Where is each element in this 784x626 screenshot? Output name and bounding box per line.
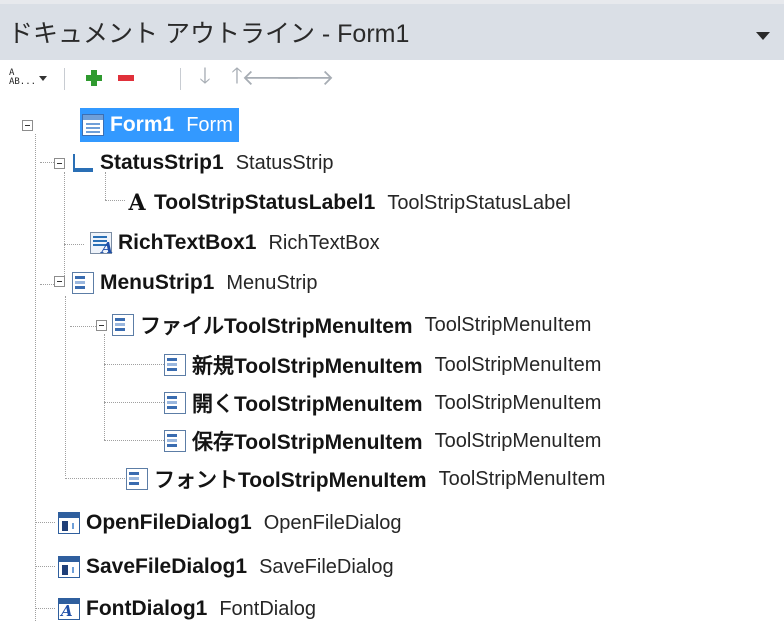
arrow-down-icon: 🡓 — [199, 64, 211, 89]
node-type: ToolStripMenuItem — [434, 429, 602, 452]
collapse-toggle-icon[interactable] — [22, 120, 33, 131]
node-type: Form — [186, 113, 233, 136]
node-type: RichTextBox — [268, 231, 380, 254]
tree-connector — [104, 364, 164, 365]
node-name: 開くToolStripMenuItem — [192, 393, 423, 416]
tree-node-savefiledialog1[interactable]: SaveFileDialog1 SaveFileDialog — [58, 550, 394, 584]
node-type: ToolStripStatusLabel — [387, 191, 571, 214]
tree-connector — [35, 522, 55, 523]
node-name: StatusStrip1 — [100, 151, 224, 174]
dialog-icon — [58, 556, 80, 578]
tree-connector — [64, 172, 65, 282]
node-name: Form1 — [110, 113, 175, 136]
toolbar-separator — [64, 68, 65, 90]
tree-connector — [70, 326, 96, 327]
tree-connector — [104, 440, 164, 441]
node-type: StatusStrip — [235, 151, 334, 174]
dialog-icon — [58, 512, 80, 534]
menuitem-icon — [112, 314, 134, 336]
tree-node-open-menu[interactable]: 開くToolStripMenuItem ToolStripMenuItem — [164, 386, 601, 420]
chevron-down-icon[interactable] — [756, 32, 770, 40]
move-right-button[interactable]: 🡒 — [276, 64, 335, 92]
tree-node-richtextbox1[interactable]: RichTextBox1 RichTextBox — [90, 226, 380, 260]
node-name: 新規ToolStripMenuItem — [192, 355, 423, 378]
tree-node-new-menu[interactable]: 新規ToolStripMenuItem ToolStripMenuItem — [164, 348, 601, 382]
caret-down-icon — [39, 75, 48, 81]
tree-connector — [35, 134, 36, 621]
tree-node-file-menu[interactable]: ファイルToolStripMenuItem ToolStripMenuItem — [112, 308, 591, 342]
tree-node-menustrip1[interactable]: MenuStrip1 MenuStrip — [72, 266, 318, 300]
tree-node-form1[interactable]: Form1 Form — [80, 108, 239, 142]
node-name: RichTextBox1 — [118, 231, 257, 254]
panel-header: ドキュメント アウトライン - Form1 — [0, 0, 784, 60]
menuitem-icon — [164, 354, 186, 376]
tree-node-fontdialog1[interactable]: FontDialog1 FontDialog — [58, 592, 316, 626]
statusstrip-icon — [72, 152, 94, 174]
minus-icon — [118, 75, 134, 81]
node-name: FontDialog1 — [86, 597, 208, 620]
tree-connector — [65, 296, 66, 476]
toolbar-separator — [180, 68, 181, 90]
menustrip-icon — [72, 272, 94, 294]
node-type: MenuStrip — [226, 271, 318, 294]
node-type: SaveFileDialog — [259, 555, 394, 578]
tree-connector — [105, 200, 125, 201]
collapse-toggle-icon[interactable] — [54, 158, 65, 169]
label-icon: A — [128, 190, 146, 216]
rename-button[interactable]: A AB... — [8, 64, 48, 92]
outline-toolbar: A AB... 🡓 🡑 🡐 🡒 — [0, 60, 784, 96]
node-type: ToolStripMenuItem — [438, 467, 606, 490]
fontdialog-icon — [58, 598, 80, 620]
node-name: 保存ToolStripMenuItem — [192, 431, 423, 454]
tree-connector — [35, 608, 55, 609]
tree-node-statusstrip1[interactable]: StatusStrip1 StatusStrip — [72, 146, 334, 180]
move-down-button[interactable]: 🡓 — [192, 64, 218, 92]
plus-icon — [86, 70, 102, 86]
form-icon — [82, 114, 104, 136]
tree-connector — [65, 478, 125, 479]
node-name: ファイルToolStripMenuItem — [140, 315, 413, 338]
node-type: ToolStripMenuItem — [434, 353, 602, 376]
tree-connector — [104, 334, 105, 440]
tree-node-font-menu[interactable]: フォントToolStripMenuItem ToolStripMenuItem — [126, 462, 605, 496]
menuitem-icon — [164, 392, 186, 414]
tree-connector — [64, 244, 84, 245]
node-type: ToolStripMenuItem — [434, 391, 602, 414]
tree-connector — [35, 566, 55, 567]
tree-node-toolstripstatuslabel1[interactable]: A ToolStripStatusLabel1 ToolStripStatusL… — [126, 186, 571, 220]
node-name: SaveFileDialog1 — [86, 555, 248, 578]
menuitem-icon — [126, 468, 148, 490]
menuitem-icon — [164, 430, 186, 452]
node-name: フォントToolStripMenuItem — [154, 469, 427, 492]
document-outline-tree: Form1 Form StatusStrip1 StatusStrip A To… — [0, 100, 784, 621]
node-type: OpenFileDialog — [263, 511, 402, 534]
rename-icon: A AB... — [8, 68, 37, 87]
remove-button[interactable] — [114, 64, 138, 92]
node-name: OpenFileDialog1 — [86, 511, 252, 534]
node-name: MenuStrip1 — [100, 271, 215, 294]
tree-node-save-menu[interactable]: 保存ToolStripMenuItem ToolStripMenuItem — [164, 424, 601, 458]
arrow-right-icon: 🡒 — [275, 66, 335, 91]
panel-title: ドキュメント アウトライン - Form1 — [8, 20, 410, 48]
node-name: ToolStripStatusLabel1 — [154, 191, 376, 214]
richtextbox-icon — [90, 232, 113, 257]
collapse-toggle-icon[interactable] — [96, 320, 107, 331]
tree-node-openfiledialog1[interactable]: OpenFileDialog1 OpenFileDialog — [58, 506, 402, 540]
add-button[interactable] — [82, 64, 106, 92]
node-type: FontDialog — [219, 597, 317, 620]
tree-connector — [104, 402, 164, 403]
node-type: ToolStripMenuItem — [424, 313, 592, 336]
collapse-toggle-icon[interactable] — [54, 276, 65, 287]
